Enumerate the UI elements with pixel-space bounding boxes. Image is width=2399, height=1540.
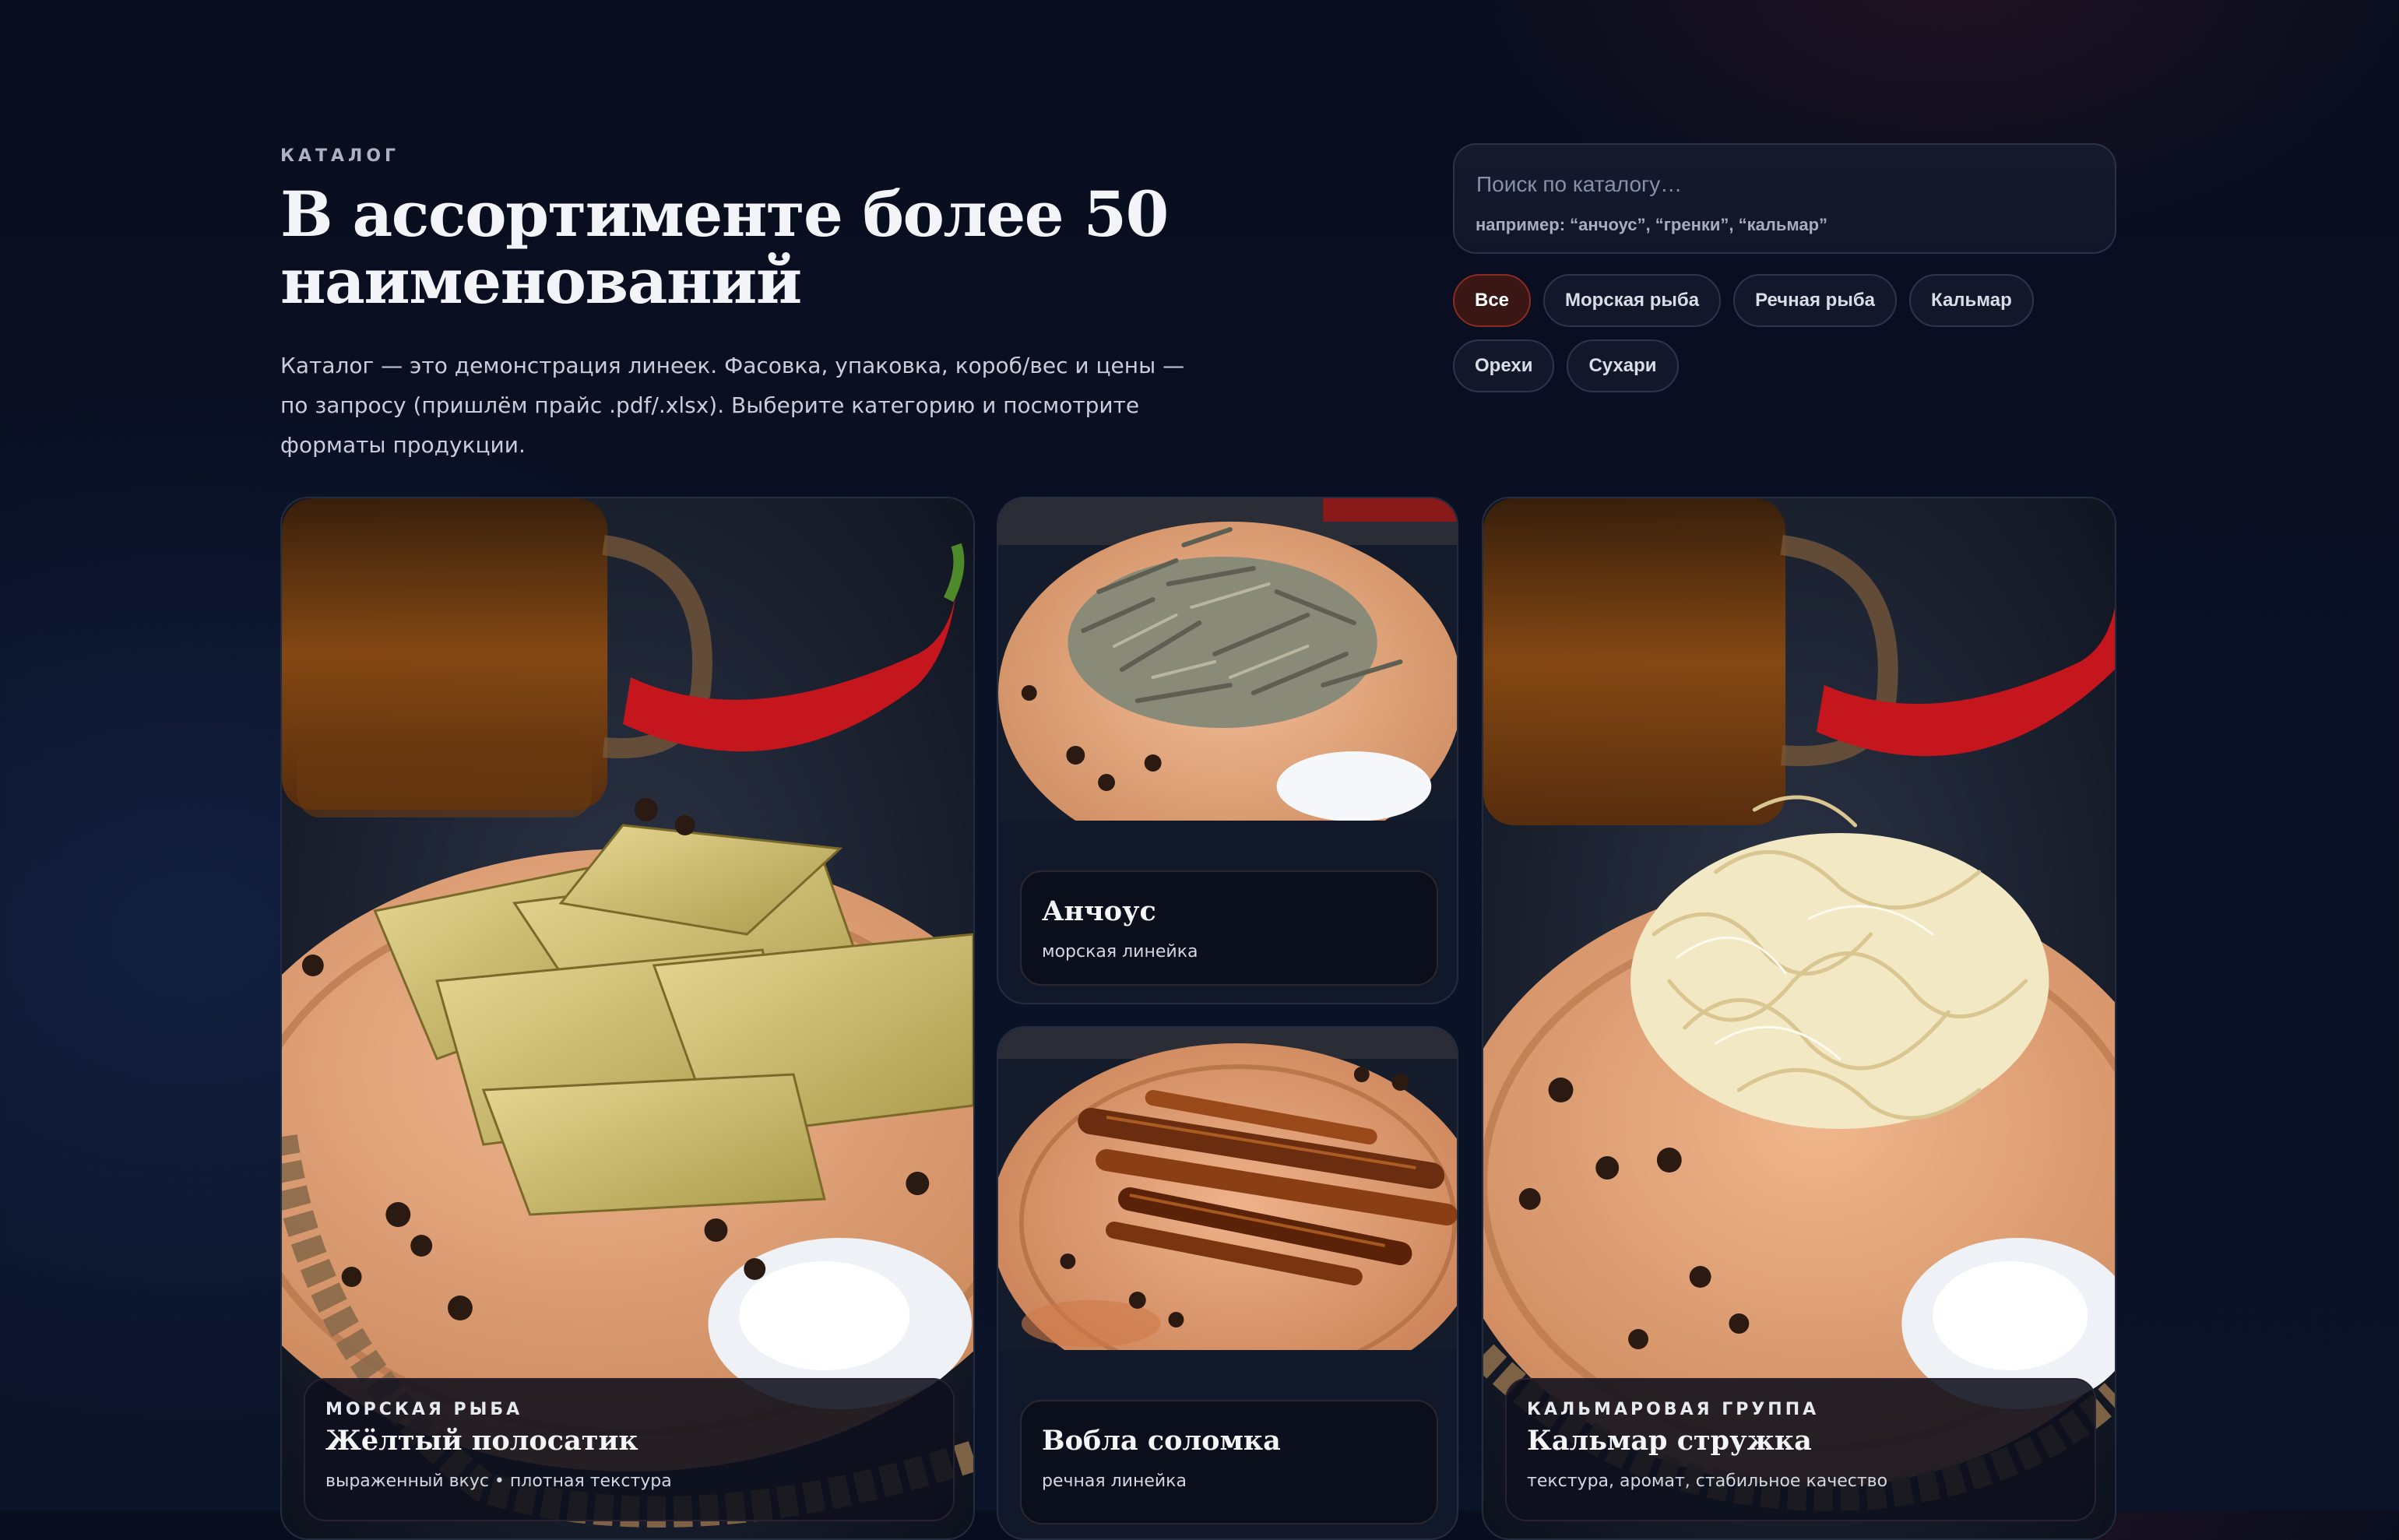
filter-chip-river-fish[interactable]: Речная рыба <box>1733 274 1897 327</box>
product-card-anchovy[interactable]: Анчоус морская линейка <box>997 497 1458 1004</box>
section-eyebrow: КАТАЛОГ <box>280 146 400 166</box>
product-image-anchovy <box>998 498 1457 821</box>
filter-chip-crackers[interactable]: Сухари <box>1567 339 1679 392</box>
search-input[interactable] <box>1476 165 2091 204</box>
product-info-panel: КАЛЬМАРОВАЯ ГРУППА Кальмар стружка текст… <box>1505 1378 2096 1521</box>
filter-chip-all[interactable]: Все <box>1453 274 1532 327</box>
product-category: КАЛЬМАРОВАЯ ГРУППА <box>1527 1400 1820 1419</box>
search-box[interactable]: например: “анчоус”, “гренки”, “кальмар” <box>1453 143 2116 254</box>
product-category: МОРСКАЯ РЫБА <box>325 1400 523 1419</box>
product-info-panel: Анчоус морская линейка <box>1020 870 1438 986</box>
product-title: Вобла соломка <box>1042 1425 1281 1457</box>
product-title: Кальмар стружка <box>1527 1425 1812 1457</box>
product-subtitle: текстура, аромат, стабильное качество <box>1527 1471 1888 1491</box>
filter-chip-nuts[interactable]: Орехи <box>1453 339 1555 392</box>
product-title: Анчоус <box>1042 895 1156 927</box>
product-subtitle: морская линейка <box>1042 942 1198 962</box>
page-description: Каталог — это демонстрация линеек. Фасов… <box>280 353 1185 458</box>
category-filters: Все Морская рыба Речная рыба Кальмар Оре… <box>1453 274 2116 392</box>
product-card-squid-shreds[interactable]: КАЛЬМАРОВАЯ ГРУППА Кальмар стружка текст… <box>1482 497 2116 1540</box>
product-subtitle: выраженный вкус • плотная текстура <box>325 1471 672 1491</box>
product-image-vobla <box>998 1028 1457 1350</box>
product-card-vobla-straw[interactable]: Вобла соломка речная линейка <box>997 1026 1458 1540</box>
product-title: Жёлтый полосатик <box>325 1425 638 1457</box>
product-info-panel: Вобла соломка речная линейка <box>1020 1400 1438 1524</box>
search-hint: например: “анчоус”, “гренки”, “кальмар” <box>1476 215 1828 234</box>
filter-chip-squid[interactable]: Кальмар <box>1909 274 2034 327</box>
product-subtitle: речная линейка <box>1042 1471 1187 1491</box>
filter-chip-sea-fish[interactable]: Морская рыба <box>1543 274 1722 327</box>
page-title: В ассортименте более 50 наименований <box>280 178 1169 318</box>
product-card-yellow-striped[interactable]: МОРСКАЯ РЫБА Жёлтый полосатик выраженный… <box>280 497 975 1540</box>
product-info-panel: МОРСКАЯ РЫБА Жёлтый полосатик выраженный… <box>304 1378 955 1521</box>
